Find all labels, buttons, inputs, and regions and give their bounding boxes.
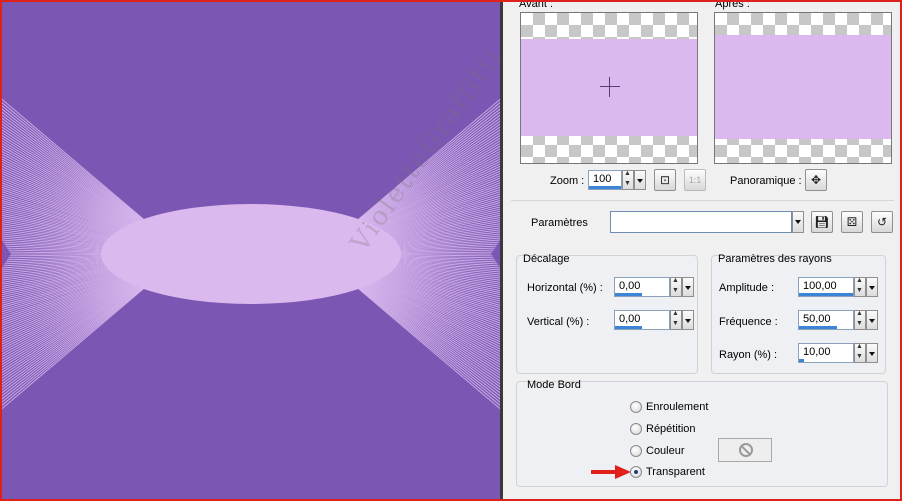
zoom-row: Zoom : 100 ⊡ 1:1 Panoramique : ✥: [503, 169, 900, 191]
amplitude-label: Amplitude :: [719, 282, 775, 294]
after-preview-label: Après :: [715, 0, 750, 10]
amplitude-input[interactable]: 100,00: [798, 277, 854, 297]
radio-transparent[interactable]: Transparent: [630, 466, 705, 478]
zoom-fit-button[interactable]: ⊡: [654, 169, 676, 191]
radius-label: Rayon (%) :: [719, 349, 778, 361]
presets-dropdown[interactable]: [792, 211, 804, 233]
crosshair-icon[interactable]: [600, 77, 620, 97]
frequency-spinner[interactable]: [854, 310, 866, 330]
after-preview: [714, 12, 892, 164]
no-color-icon: [739, 443, 753, 457]
zoom-dropdown[interactable]: [634, 170, 646, 190]
zoom-fit-icon: ⊡: [659, 173, 671, 187]
presets-select[interactable]: [610, 211, 792, 233]
pan-button[interactable]: ✥: [805, 169, 827, 191]
edge-mode-title: Mode Bord: [527, 379, 581, 391]
horizontal-label: Horizontal (%) :: [527, 282, 603, 294]
radio-enroulement[interactable]: Enroulement: [630, 401, 708, 413]
horizontal-spinner[interactable]: [670, 277, 682, 297]
edge-color-swatch[interactable]: [718, 438, 772, 462]
edge-mode-group: Mode Bord Enroulement Répétition Couleur…: [516, 379, 888, 487]
presets-label: Paramètres: [531, 217, 588, 229]
vertical-input[interactable]: 0,00: [614, 310, 670, 330]
save-preset-button[interactable]: 💾︎: [811, 211, 833, 233]
radio-button[interactable]: [630, 401, 642, 413]
vertical-label: Vertical (%) :: [527, 316, 590, 328]
frequency-label: Fréquence :: [719, 316, 778, 328]
radio-button[interactable]: [630, 445, 642, 457]
ray-params-group: Paramètres des rayons Amplitude : 100,00…: [711, 253, 886, 374]
amplitude-dropdown[interactable]: [866, 277, 878, 297]
center-ellipse: [101, 204, 401, 304]
frequency-dropdown[interactable]: [866, 310, 878, 330]
before-preview-label: Avant :: [519, 0, 554, 10]
effect-render: [2, 98, 500, 410]
after-preview-image: [715, 35, 891, 139]
zoom-label: Zoom :: [550, 175, 585, 187]
radius-spinner[interactable]: [854, 343, 866, 363]
vertical-dropdown[interactable]: [682, 310, 694, 330]
presets-row: Paramètres 💾︎ ⚄ ↺: [503, 207, 900, 235]
radio-button-selected[interactable]: [630, 466, 642, 478]
radius-dropdown[interactable]: [866, 343, 878, 363]
reset-icon: ↺: [876, 215, 888, 229]
actual-size-icon: 1:1: [688, 175, 702, 185]
horizontal-dropdown[interactable]: [682, 277, 694, 297]
amplitude-spinner[interactable]: [854, 277, 866, 297]
zoom-input[interactable]: 100: [588, 170, 622, 190]
zoom-actual-size-button[interactable]: 1:1: [684, 169, 706, 191]
save-icon: 💾︎: [814, 215, 830, 229]
random-preset-button[interactable]: ⚄: [841, 211, 863, 233]
settings-panel: Avant : Après : Zoom : 100 ⊡ 1:1 Panoram…: [503, 0, 900, 499]
horizontal-input[interactable]: 0,00: [614, 277, 670, 297]
image-canvas: [2, 2, 500, 499]
dice-icon: ⚄: [846, 215, 858, 229]
frequency-input[interactable]: 50,00: [798, 310, 854, 330]
ray-params-title: Paramètres des rayons: [718, 253, 832, 265]
reset-preset-button[interactable]: ↺: [871, 211, 893, 233]
radio-repetition[interactable]: Répétition: [630, 423, 696, 435]
offset-group: Décalage Horizontal (%) : 0,00 Vertical …: [516, 253, 698, 374]
offset-group-title: Décalage: [523, 253, 570, 265]
radio-button[interactable]: [630, 423, 642, 435]
red-arrow-icon: [591, 465, 631, 479]
before-preview[interactable]: [520, 12, 698, 164]
pan-label: Panoramique :: [730, 175, 802, 187]
zoom-spinner[interactable]: [622, 170, 634, 190]
vertical-spinner[interactable]: [670, 310, 682, 330]
radio-couleur[interactable]: Couleur: [630, 445, 685, 457]
separator: [511, 200, 894, 201]
move-icon: ✥: [810, 173, 822, 187]
radius-input[interactable]: 10,00: [798, 343, 854, 363]
